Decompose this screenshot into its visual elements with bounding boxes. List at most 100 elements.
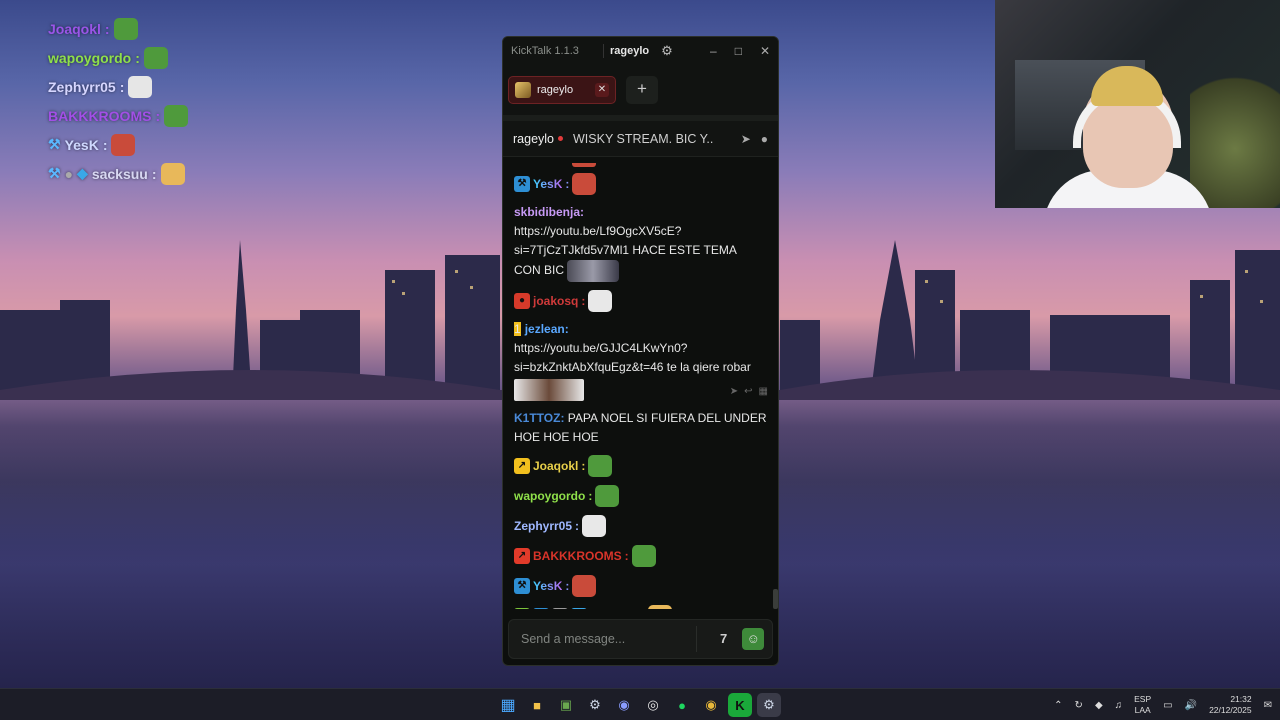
title-bar: KickTalk 1.1.3 rageylo ⚙ – □ ✕	[503, 37, 778, 65]
overlay-username: wapoygordo	[48, 49, 132, 66]
link-preview-image[interactable]	[514, 379, 584, 402]
chat-message[interactable]: ⚒ YesK:	[514, 575, 770, 598]
overlay-username: YesK	[64, 136, 99, 153]
overlay-colon: :	[102, 136, 108, 153]
emote-icon	[582, 515, 607, 538]
chat-message[interactable]: Zephyrr05:	[514, 515, 770, 538]
chrome-icon[interactable]: ◉	[699, 693, 723, 717]
chat-message[interactable]: ↗ BAKKKROOMS:	[514, 545, 770, 568]
obs-icon[interactable]: ◎	[641, 693, 665, 717]
chat-message[interactable]: wapoygordo:	[514, 485, 770, 508]
overlay-chat-line: Joaqokl:	[48, 14, 348, 43]
username[interactable]: BAKKKROOMS	[533, 547, 622, 566]
username-colon: :	[581, 458, 586, 473]
close-button[interactable]: ✕	[760, 44, 770, 58]
logged-in-user[interactable]: rageylo	[610, 45, 649, 57]
username-colon: :	[575, 518, 580, 533]
notification-icon[interactable]: ✉	[1264, 700, 1272, 711]
username[interactable]: sacksuu	[590, 607, 638, 610]
language-indicator[interactable]: ESP LAA	[1134, 694, 1151, 716]
chat-message[interactable]: K1TTOZ: PAPA NOEL SI FUIERA DEL UNDER HO…	[514, 409, 770, 447]
message-link[interactable]: https://youtu.be/Lf9OgcXV5cE?	[514, 224, 681, 238]
input-separator	[695, 626, 697, 652]
username[interactable]: K1TTOZ	[514, 411, 560, 425]
message-link[interactable]: https://youtu.be/GJJC4LKwYn0?	[514, 341, 687, 355]
emote-icon	[128, 75, 153, 98]
badge-icon: ⚒	[533, 608, 549, 609]
mic-icon[interactable]: ♫	[1115, 700, 1123, 711]
username[interactable]: Zephyrr05	[514, 517, 572, 536]
message-text: CON BIC	[514, 263, 565, 278]
steam-icon[interactable]: ⚙	[583, 693, 607, 717]
message-input[interactable]	[521, 632, 688, 646]
username[interactable]: YesK	[533, 577, 562, 596]
username-colon: :	[588, 488, 593, 503]
chat-message[interactable]: ● joakosq:	[514, 290, 770, 312]
pin-icon[interactable]: ➤	[741, 132, 751, 146]
channel-actions: ➤ ●	[741, 132, 768, 146]
username[interactable]: joakosq	[533, 292, 578, 311]
message-line: CON BIC	[514, 260, 770, 282]
overlay-username: BAKKKROOMS	[48, 107, 152, 124]
steam-active-icon[interactable]: ⚙	[757, 693, 781, 717]
cube-badge-icon: ◆	[77, 165, 88, 181]
webcam-christmas-tree	[1190, 60, 1280, 208]
kick-emote-icon[interactable]: 7	[713, 628, 735, 650]
badge-icon: ↗	[514, 548, 530, 565]
overlay-chat-line: ⚒ YesK:	[48, 130, 348, 159]
kick-icon[interactable]: K	[728, 693, 752, 717]
pin-message-icon[interactable]: ➤	[730, 386, 738, 402]
gear-icon[interactable]: ⚙	[661, 43, 673, 59]
message-line: si=7TjCzTJkfd5v7Ml1 HACE ESTE TEMA	[514, 241, 770, 260]
emote-icon	[588, 455, 613, 478]
close-tab-icon[interactable]: ✕	[595, 83, 609, 97]
copy-icon[interactable]: ▦	[759, 386, 768, 402]
volume-icon[interactable]: 🔊	[1185, 700, 1197, 711]
stream-title: WISKY STREAM. BIC Y...	[573, 131, 713, 146]
add-channel-button[interactable]: +	[626, 76, 658, 104]
emote-picker-icon[interactable]: ☺	[742, 628, 765, 650]
channel-name[interactable]: rageylo	[513, 132, 554, 146]
username[interactable]: Joaqokl	[533, 457, 578, 476]
tab-label: rageylo	[537, 84, 574, 96]
chat-scrollbar[interactable]	[773, 589, 778, 609]
minecraft-icon[interactable]: ▣	[554, 693, 578, 717]
message-link[interactable]: si=bzkZnktAbXfquEgz&t=46	[514, 360, 663, 374]
chevron-up-icon[interactable]: ⌃	[1054, 700, 1062, 711]
username[interactable]: jezlean	[525, 322, 565, 336]
username[interactable]: wapoygordo	[514, 487, 585, 506]
minimize-button[interactable]: –	[710, 44, 717, 58]
maximize-button[interactable]: □	[735, 44, 742, 58]
windows-start-icon[interactable]: ▦	[496, 693, 520, 717]
tab-rageylo[interactable]: rageylo ✕	[508, 76, 616, 104]
emote-icon	[631, 545, 656, 568]
overlay-colon: :	[151, 165, 157, 182]
clock[interactable]: 21:32 22/12/2025	[1209, 694, 1252, 716]
user-icon[interactable]: ●	[761, 132, 768, 146]
windows-taskbar: ▦ ■ ▣ ⚙ ◉ ◎ ● ◉ K ⚙ ⌃ ↻ ◆ ♫ ESP LAA ▭ 🔊 …	[0, 688, 1280, 720]
chat-message[interactable]: skbidibenja: https://youtu.be/Lf9OgcXV5cE…	[514, 203, 770, 282]
overlay-colon: :	[119, 78, 125, 95]
emote-icon	[648, 605, 673, 609]
security-icon[interactable]: ◆	[1095, 700, 1103, 711]
username[interactable]: YesK	[533, 175, 562, 194]
message-link[interactable]: si=7TjCzTJkfd5v7Ml1	[514, 243, 629, 257]
webcam-feed	[995, 0, 1280, 208]
emote-icon	[111, 133, 136, 156]
spotify-icon[interactable]: ●	[670, 693, 694, 717]
emote-icon	[164, 104, 189, 127]
overlay-username: Zephyrr05	[48, 78, 116, 95]
gem-badge-icon: ●	[64, 165, 74, 182]
reply-icon[interactable]: ↩	[744, 386, 752, 402]
emote-icon	[160, 162, 185, 185]
message-header: skbidibenja:	[514, 203, 770, 222]
network-icon[interactable]: ▭	[1163, 700, 1172, 711]
chat-message[interactable]: ↗ Joaqokl:	[514, 455, 770, 478]
file-explorer-icon[interactable]: ■	[525, 693, 549, 717]
message-line: K1TTOZ: PAPA NOEL SI FUIERA DEL UNDER HO…	[514, 409, 770, 447]
chat-message[interactable]: ☺⚒●◆sacksuu:	[514, 605, 770, 609]
sync-icon[interactable]: ↻	[1075, 700, 1083, 711]
chat-message[interactable]: ⚒ YesK:	[514, 173, 770, 195]
username[interactable]: skbidibenja	[514, 205, 580, 219]
discord-icon[interactable]: ◉	[612, 693, 636, 717]
